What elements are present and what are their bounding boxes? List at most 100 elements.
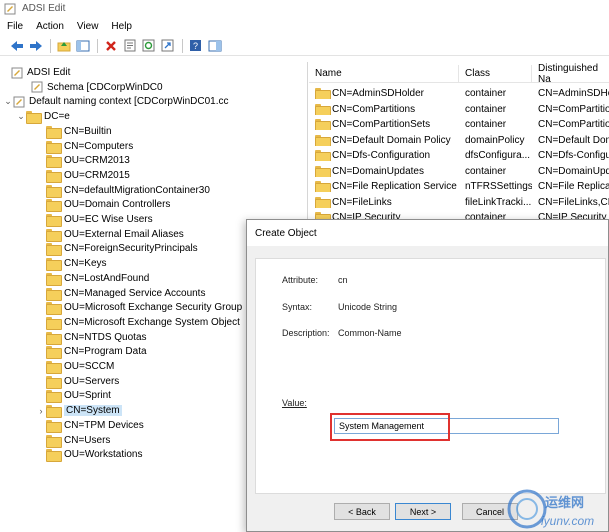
list-row[interactable]: CN=Default Domain Policy domainPolicy CN=D… — [309, 133, 609, 148]
tree-item[interactable]: CN=Program Data — [36, 344, 147, 360]
column-header-dn[interactable]: Distinguished Na — [532, 63, 609, 85]
folder-icon — [46, 199, 62, 213]
up-folder-button[interactable] — [55, 38, 72, 54]
tree-item[interactable]: OU=Servers — [36, 374, 119, 389]
folder-icon — [46, 184, 62, 198]
folder-icon — [46, 390, 62, 404]
expand-arrow-icon[interactable]: ⌄ — [16, 111, 26, 122]
tree-item[interactable]: CN=Microsoft Exchange System Object — [36, 315, 240, 330]
folder-icon — [46, 331, 62, 345]
action-pane-icon — [208, 40, 221, 51]
toolbar-separator — [50, 38, 51, 53]
tree-item-label: CN=System — [64, 405, 122, 417]
expand-arrow-icon[interactable]: ⌄ — [3, 96, 13, 107]
folder-icon — [46, 316, 62, 330]
tree-item[interactable]: OU=Workstations — [36, 447, 143, 463]
tree-item-label: ADSI Edit — [27, 67, 71, 78]
list-row[interactable]: CN=AdminSDHolder container CN=AdminSDHolde… — [309, 86, 609, 101]
menu-view[interactable]: View — [77, 21, 99, 32]
svg-text:?: ? — [193, 41, 198, 51]
list-row[interactable]: CN=ComPartitions container CN=ComPartitio — [309, 102, 609, 117]
tree-item[interactable]: OU=CRM2013 — [36, 153, 130, 169]
tree-item[interactable]: OU=Sprint — [36, 388, 111, 404]
export-list-button[interactable] — [159, 38, 176, 54]
tree-item[interactable]: OU=External Email Aliases — [36, 227, 184, 242]
tree-item[interactable]: OU=CRM2015 — [36, 168, 130, 183]
syntax-value: Unicode String — [338, 302, 398, 312]
folder-icon — [46, 169, 62, 183]
tree-item[interactable]: CN=ForeignSecurityPrincipals — [36, 241, 198, 257]
tree-item-label: Default naming context [CDCorpWinDC01.cc — [29, 96, 229, 108]
back-button-dialog[interactable]: < Back — [334, 503, 390, 520]
tree-item-label: OU=EC Wise Users — [64, 214, 153, 225]
menu-action[interactable]: Action — [36, 21, 64, 32]
tree-item[interactable]: CN=LostAndFound — [36, 271, 149, 286]
folder-icon — [315, 165, 331, 177]
tree-item-label: OU=CRM2015 — [64, 169, 130, 181]
folder-icon — [315, 134, 331, 146]
tree-item[interactable]: › CN=System — [36, 403, 122, 419]
menu-help[interactable]: Help — [111, 21, 132, 32]
properties-icon — [124, 39, 135, 52]
arrow-left-icon — [10, 40, 23, 51]
adsi-edit-icon — [11, 67, 23, 78]
list-cell-name: CN=FileLinks — [309, 196, 459, 208]
folder-icon — [46, 375, 62, 389]
next-button[interactable]: Next > — [395, 503, 451, 520]
tree-item[interactable]: CN=TPM Devices — [36, 418, 144, 433]
column-header-name[interactable]: Name — [309, 64, 459, 83]
description-value: Common-Name — [338, 328, 402, 338]
delete-button[interactable] — [102, 38, 119, 54]
tree-item[interactable]: OU=EC Wise Users — [36, 212, 153, 227]
refresh-button[interactable] — [140, 38, 157, 54]
folder-icon — [46, 346, 62, 360]
folder-icon — [46, 419, 62, 433]
forward-button[interactable] — [27, 38, 44, 54]
tree-root[interactable]: ADSI Edit — [1, 65, 70, 80]
list-item-class: domainPolicy — [465, 134, 525, 146]
tree-item[interactable]: CN=NTDS Quotas — [36, 330, 147, 345]
tree-item[interactable]: OU=Domain Controllers — [36, 197, 170, 213]
folder-icon — [46, 140, 62, 154]
tree-item-default-nc[interactable]: ⌄ Default naming context [CDCorpWinDC01.c… — [3, 94, 229, 109]
back-button[interactable] — [8, 38, 25, 54]
list-row[interactable]: CN=FileLinks fileLinkTracki... CN=FileLink… — [309, 195, 609, 210]
tree-item[interactable]: OU=SCCM — [36, 359, 114, 374]
dialog-panel: Attribute: cn Syntax: Unicode String Des… — [255, 258, 606, 494]
list-row[interactable]: CN=ComPartitionSets container CN=ComPartit… — [309, 117, 609, 132]
show-hide-tree-button[interactable] — [74, 38, 91, 54]
folder-icon — [46, 214, 62, 227]
tree-item-label: CN=LostAndFound — [64, 272, 150, 284]
tree-item[interactable]: CN=Managed Service Accounts — [36, 286, 205, 301]
tree-item[interactable]: CN=Users — [36, 433, 110, 448]
list-item-dn: CN=FileLinks,CN — [538, 196, 609, 208]
collapse-arrow-icon[interactable]: › — [36, 406, 46, 416]
list-row[interactable]: CN=File Replication Service nTFRSSettings… — [309, 179, 609, 194]
list-item-class: nTFRSSettings — [465, 181, 532, 192]
tree-item[interactable]: CN=Keys — [36, 256, 107, 272]
list-row[interactable]: CN=Dfs-Configuration dfsConfigura... CN=Df… — [309, 148, 609, 163]
tree-item[interactable]: CN=defaultMigrationContainer30 — [36, 183, 210, 198]
tree-item-label: OU=Workstations — [64, 449, 143, 461]
help-button[interactable]: ? — [187, 38, 204, 54]
tree-item-label: CN=Microsoft Exchange System Object — [64, 316, 240, 328]
list-item-class: container — [465, 165, 507, 177]
tree-item-label: DC=e — [44, 111, 70, 123]
tree-item[interactable]: OU=Microsoft Exchange Security Group — [36, 300, 242, 316]
list-cell-name: CN=File Replication Service — [309, 181, 459, 192]
column-header-class[interactable]: Class — [459, 64, 532, 83]
list-item-dn: CN=Default Dom — [538, 134, 609, 146]
tree-item[interactable]: CN=Computers — [36, 139, 133, 154]
tree-item[interactable]: CN=Builtin — [36, 124, 112, 139]
menu-file[interactable]: File — [7, 21, 23, 32]
list-item-name: CN=Default Domain Policy — [332, 134, 451, 146]
folder-icon — [315, 103, 331, 115]
tree-item-schema[interactable]: Schema [CDCorpWinDC0 — [21, 80, 163, 95]
tree-item-domain[interactable]: ⌄ DC=e — [16, 109, 70, 125]
tree-item-label: OU=CRM2013 — [64, 155, 130, 167]
list-row[interactable]: CN=DomainUpdates container CN=DomainUpd — [309, 164, 609, 179]
properties-button[interactable] — [121, 38, 138, 54]
folder-icon — [26, 111, 42, 125]
action-pane-button[interactable] — [206, 38, 223, 54]
list-item-name: CN=FileLinks — [332, 196, 392, 208]
